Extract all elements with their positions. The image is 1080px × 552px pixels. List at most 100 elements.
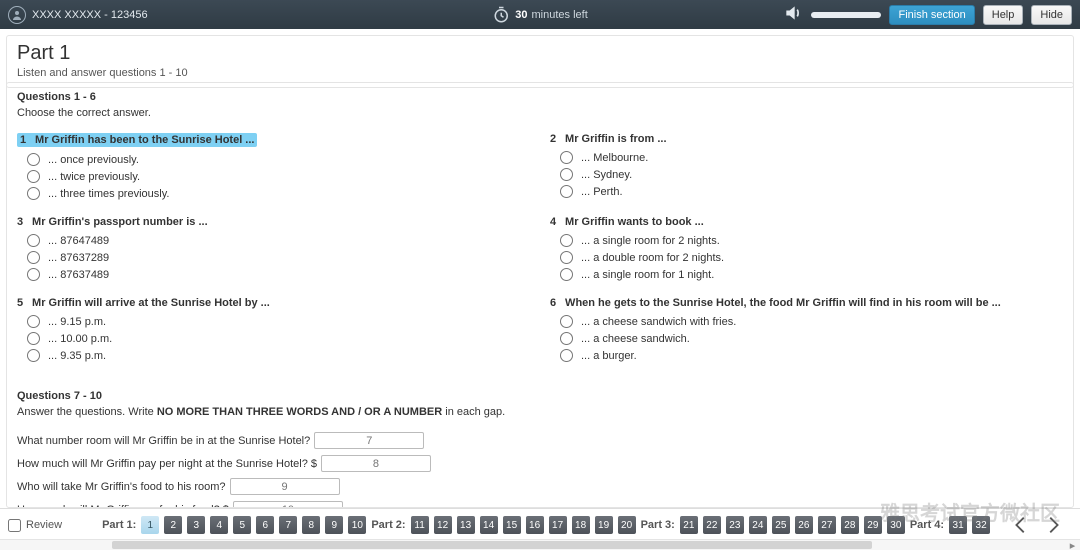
option[interactable]: ... 87637489 [27,268,530,281]
nav-question-22[interactable]: 22 [703,516,721,534]
nav-question-19[interactable]: 19 [595,516,613,534]
nav-question-32[interactable]: 32 [972,516,990,534]
radio-input[interactable] [560,332,573,345]
option[interactable]: ... a double room for 2 nights. [560,251,1063,264]
radio-input[interactable] [560,315,573,328]
radio-input[interactable] [560,151,573,164]
review-input[interactable] [8,519,21,532]
review-checkbox[interactable]: Review [8,519,62,532]
radio-input[interactable] [27,187,40,200]
blank-input-8[interactable] [321,455,431,472]
nav-question-9[interactable]: 9 [325,516,343,534]
option-label: ... a burger. [581,350,637,362]
radio-input[interactable] [560,185,573,198]
footer-nav: Review Part 1:12345678910Part 2:11121314… [0,508,1080,551]
nav-question-18[interactable]: 18 [572,516,590,534]
nav-question-20[interactable]: 20 [618,516,636,534]
help-button[interactable]: Help [983,5,1024,25]
prev-arrow-icon[interactable] [1010,514,1032,536]
blank-input-9[interactable] [230,478,340,495]
option[interactable]: ... 9.15 p.m. [27,315,530,328]
nav-question-7[interactable]: 7 [279,516,297,534]
blank-input-10[interactable] [233,501,343,508]
scrollbar-right-arrow[interactable]: ▸ [1067,540,1078,551]
scrollbar-thumb[interactable] [112,541,872,549]
question-stem: 5 Mr Griffin will arrive at the Sunrise … [17,297,530,309]
option[interactable]: ... a single room for 1 night. [560,268,1063,281]
radio-input[interactable] [27,234,40,247]
nav-question-27[interactable]: 27 [818,516,836,534]
nav-question-4[interactable]: 4 [210,516,228,534]
option[interactable]: ... Sydney. [560,168,1063,181]
nav-question-11[interactable]: 11 [411,516,429,534]
radio-input[interactable] [27,153,40,166]
finish-section-button[interactable]: Finish section [889,5,974,25]
blank-row-10: How much will Mr Griffin pay for his foo… [17,501,1063,508]
radio-input[interactable] [27,332,40,345]
option-label: ... a cheese sandwich. [581,333,690,345]
next-arrow-icon[interactable] [1042,514,1064,536]
nav-question-2[interactable]: 2 [164,516,182,534]
option[interactable]: ... a single room for 2 nights. [560,234,1063,247]
nav-question-16[interactable]: 16 [526,516,544,534]
radio-input[interactable] [560,268,573,281]
nav-question-21[interactable]: 21 [680,516,698,534]
nav-question-29[interactable]: 29 [864,516,882,534]
option-label: ... 87647489 [48,235,109,247]
option[interactable]: ... twice previously. [27,170,530,183]
part-title: Part 1 [17,42,1063,65]
radio-input[interactable] [27,170,40,183]
blank-input-7[interactable] [314,432,424,449]
nav-question-14[interactable]: 14 [480,516,498,534]
option-label: ... 87637489 [48,269,109,281]
option[interactable]: ... 87647489 [27,234,530,247]
nav-question-13[interactable]: 13 [457,516,475,534]
option[interactable]: ... 9.35 p.m. [27,349,530,362]
option-label: ... a single room for 1 night. [581,269,714,281]
nav-question-30[interactable]: 30 [887,516,905,534]
option[interactable]: ... three times previously. [27,187,530,200]
timer-text: minutes left [532,9,588,21]
radio-input[interactable] [560,168,573,181]
option[interactable]: ... a cheese sandwich with fries. [560,315,1063,328]
nav-question-6[interactable]: 6 [256,516,274,534]
radio-input[interactable] [560,234,573,247]
radio-input[interactable] [27,349,40,362]
nav-question-10[interactable]: 10 [348,516,366,534]
nav-question-3[interactable]: 3 [187,516,205,534]
question-scroll-area[interactable]: Questions 1 - 6 Choose the correct answe… [6,82,1074,508]
radio-input[interactable] [27,251,40,264]
option[interactable]: ... 10.00 p.m. [27,332,530,345]
radio-input[interactable] [560,349,573,362]
option[interactable]: ... a cheese sandwich. [560,332,1063,345]
question-5: 5 Mr Griffin will arrive at the Sunrise … [17,297,530,366]
nav-question-31[interactable]: 31 [949,516,967,534]
speaker-icon[interactable] [783,3,803,26]
section-b-title: Questions 7 - 10 [17,390,1063,402]
volume-slider[interactable] [811,12,881,18]
nav-question-12[interactable]: 12 [434,516,452,534]
nav-question-24[interactable]: 24 [749,516,767,534]
nav-question-17[interactable]: 17 [549,516,567,534]
nav-question-26[interactable]: 26 [795,516,813,534]
nav-question-28[interactable]: 28 [841,516,859,534]
nav-question-23[interactable]: 23 [726,516,744,534]
horizontal-scrollbar[interactable]: ▸ [0,539,1080,550]
option[interactable]: ... Melbourne. [560,151,1063,164]
option[interactable]: ... once previously. [27,153,530,166]
nav-question-15[interactable]: 15 [503,516,521,534]
nav-question-1[interactable]: 1 [141,516,159,534]
nav-question-5[interactable]: 5 [233,516,251,534]
section-a-title: Questions 1 - 6 [17,91,1063,103]
option[interactable]: ... Perth. [560,185,1063,198]
radio-input[interactable] [27,315,40,328]
section-b-instr: Answer the questions. Write NO MORE THAN… [17,406,1063,418]
option-label: ... a single room for 2 nights. [581,235,720,247]
radio-input[interactable] [27,268,40,281]
nav-question-8[interactable]: 8 [302,516,320,534]
radio-input[interactable] [560,251,573,264]
hide-button[interactable]: Hide [1031,5,1072,25]
option[interactable]: ... a burger. [560,349,1063,362]
nav-question-25[interactable]: 25 [772,516,790,534]
option[interactable]: ... 87637289 [27,251,530,264]
